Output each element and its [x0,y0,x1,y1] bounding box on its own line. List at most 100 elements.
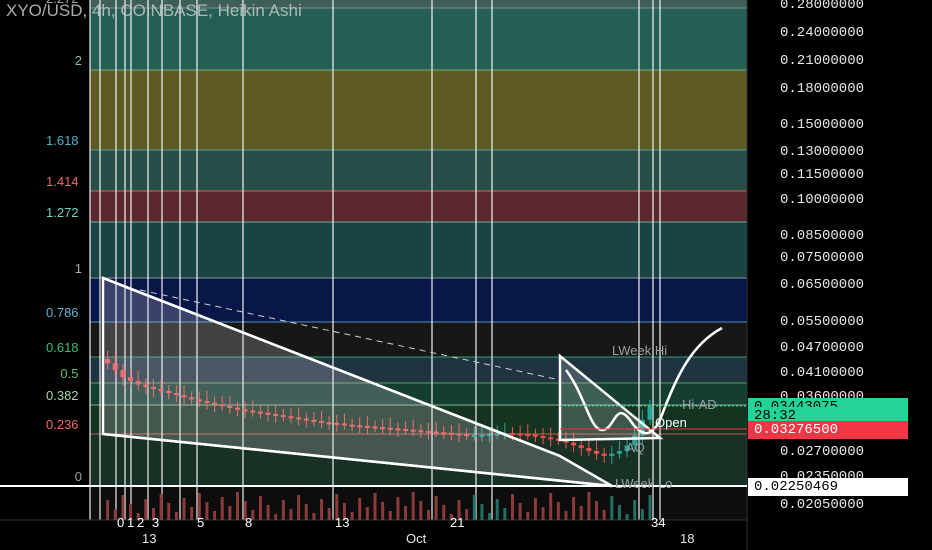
annotation-lweek-lo: LWeek Lo [615,476,673,491]
volume-bar [258,496,262,520]
annotation-aq: AQ [626,440,645,455]
count-0: 0 [117,515,125,530]
volume-bar [579,506,583,520]
count-1: 1 [127,515,135,530]
candle [586,448,592,451]
red-level-tag: 0.03276500 [748,421,908,439]
volume-bar [640,509,644,520]
volume-bar [595,501,599,520]
volume-bar [327,508,331,520]
candle [540,436,546,439]
volume-bar [419,501,423,520]
annotation-lweek-hi: LWeek Hi [612,343,668,358]
volume-bar [190,507,194,520]
volume-bar [572,497,576,520]
volume-bar [587,492,591,520]
volume-bar [442,505,446,520]
count-34: 34 [651,515,666,530]
volume-bar [388,511,392,520]
count-13: 13 [335,515,350,530]
price-axis-label: 0.05500000 [780,314,865,330]
candle [601,453,607,456]
volume-bar [472,495,476,520]
fib-label: 1.618 [46,133,79,148]
white-level-tag: 0.02250469 [748,478,908,496]
annotation-open: Open [655,415,687,430]
fib-zone [90,222,747,278]
candle [594,450,600,454]
volume-bar [411,492,415,520]
price-axis-label: 0.08500000 [780,228,865,244]
price-axis-label: 0.06500000 [780,277,865,293]
volume-bar [549,493,553,520]
volume-bar [625,514,629,520]
volume-bar [373,493,377,520]
volume-bar [167,503,171,520]
volume-bar [289,509,293,520]
volume-bar [495,499,499,520]
fib-zone [90,191,747,222]
volume-bar [533,498,537,520]
volume-bar [488,513,492,520]
volume-bar [511,494,514,520]
candle [647,406,653,420]
candle [525,434,531,437]
volume-bar [434,496,438,520]
fib-label: 0.786 [46,305,79,320]
volume-bar [541,507,545,520]
count-21: 21 [450,515,465,530]
volume-bar [610,496,614,520]
fib-zone [90,150,747,191]
volume-bar [297,495,301,520]
price-axis-label: 0.21000000 [780,53,865,69]
volume-bar [503,508,507,520]
volume-bar [236,492,239,520]
fib-label: 0.5 [60,366,79,381]
price-axis-label: 0.02700000 [780,444,865,460]
fib-label: 2 [74,53,83,68]
volume-bar [564,511,568,520]
time-label-13: 13 [142,531,157,546]
time-label-18: 18 [680,531,695,546]
volume-bar [480,504,484,520]
price-axis-label: 0.04700000 [780,340,865,356]
price-axis-label: 0.18000000 [780,81,865,97]
volume-bar [396,497,400,520]
price-axis-label: 0.04100000 [780,365,865,381]
fib-label: 2.272 [46,0,79,6]
price-axis-label: 0.24000000 [780,25,865,41]
candle [548,437,554,440]
volume-bar [213,511,217,520]
annotation-hi-ad: Hi-AD [682,397,717,412]
fib-label: 1.272 [46,205,79,220]
price-axis-label: 0.13000000 [780,144,865,160]
volume-bar [518,503,522,520]
volume-bar [174,512,178,520]
candle [510,432,515,435]
volume-bar [281,500,285,520]
count-8: 8 [245,515,253,530]
volume-bar [365,507,369,520]
volume-bar [205,502,209,520]
volume-bar [106,500,110,520]
fib-zone [90,70,747,150]
volume-bar [526,512,530,520]
fib-label: 0 [74,469,83,484]
candle [609,453,615,456]
volume-bar [159,494,163,520]
count-3: 3 [152,515,160,530]
volume-bar [426,510,430,520]
candle [532,434,538,437]
volume-bar [465,509,469,520]
volume-bar [266,505,270,520]
count-2: 2 [137,515,145,530]
price-axis-label: 0.11500000 [780,167,865,183]
volume-bar [358,498,362,520]
volume-bar [304,504,308,520]
volume-bar [617,505,621,520]
fib-label: 1.414 [46,174,79,189]
fib-label: 1 [74,261,83,276]
candle [578,445,584,449]
volume-bar [556,502,560,520]
price-axis-label: 0.10000000 [780,192,865,208]
